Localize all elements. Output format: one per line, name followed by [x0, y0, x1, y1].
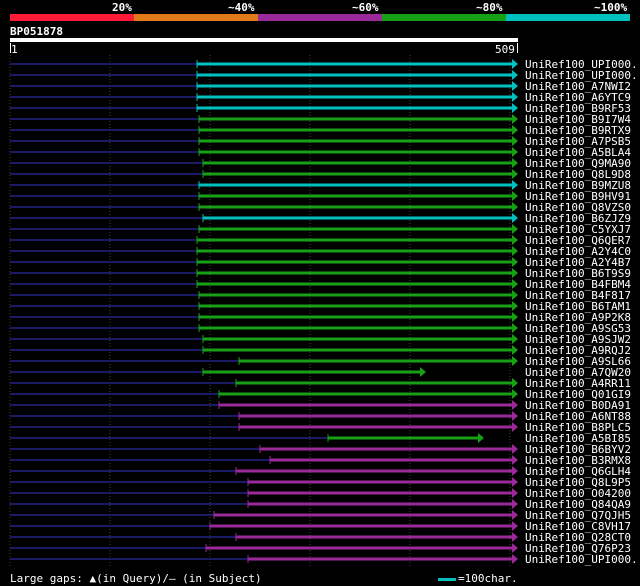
hit-end-arrow-icon	[512, 125, 518, 135]
hit-end-arrow-icon	[512, 499, 518, 509]
hit-end-arrow-icon	[512, 400, 518, 410]
hit-end-arrow-icon	[512, 356, 518, 366]
hit-end-arrow-icon	[512, 59, 518, 69]
hit-end-arrow-icon	[512, 158, 518, 168]
scale-legend: =100char.	[438, 572, 518, 585]
hit-end-arrow-icon	[420, 367, 426, 377]
hit-end-arrow-icon	[512, 279, 518, 289]
hit-end-arrow-icon	[512, 92, 518, 102]
hit-end-arrow-icon	[512, 246, 518, 256]
hit-alignment-map: UniRef100_UPI000..UniRef100_UPI000..UniR…	[9, 55, 640, 568]
scale-label: =100char.	[458, 572, 518, 585]
hit-end-arrow-icon	[512, 532, 518, 542]
hit-end-arrow-icon	[512, 257, 518, 267]
hit-end-arrow-icon	[512, 301, 518, 311]
hit-end-arrow-icon	[512, 103, 518, 113]
hit-end-arrow-icon	[512, 389, 518, 399]
hit-end-arrow-icon	[512, 455, 518, 465]
hit-end-arrow-icon	[512, 477, 518, 487]
hit-end-arrow-icon	[512, 510, 518, 520]
hit-end-arrow-icon	[512, 290, 518, 300]
hit-end-arrow-icon	[478, 433, 484, 443]
hit-end-arrow-icon	[512, 323, 518, 333]
hit-end-arrow-icon	[512, 81, 518, 91]
hit-end-arrow-icon	[512, 543, 518, 553]
hit-end-arrow-icon	[512, 411, 518, 421]
hit-end-arrow-icon	[512, 521, 518, 531]
hit-end-arrow-icon	[512, 169, 518, 179]
hit-end-arrow-icon	[512, 235, 518, 245]
hit-end-arrow-icon	[512, 147, 518, 157]
hit-end-arrow-icon	[512, 114, 518, 124]
hit-end-arrow-icon	[512, 213, 518, 223]
hit-end-arrow-icon	[512, 378, 518, 388]
hit-end-arrow-icon	[512, 422, 518, 432]
hit-end-arrow-icon	[512, 191, 518, 201]
hit-end-arrow-icon	[512, 202, 518, 212]
hit-end-arrow-icon	[512, 488, 518, 498]
hit-end-arrow-icon	[512, 334, 518, 344]
hit-end-arrow-icon	[512, 268, 518, 278]
hit-end-arrow-icon	[512, 312, 518, 322]
hit-end-arrow-icon	[512, 70, 518, 80]
hit-end-arrow-icon	[512, 180, 518, 190]
hit-end-arrow-icon	[512, 444, 518, 454]
hit-label: UniRef100_UPI000..	[525, 553, 640, 566]
hit-end-arrow-icon	[512, 554, 518, 564]
hit-end-arrow-icon	[512, 224, 518, 234]
scale-bar-icon	[438, 577, 456, 581]
hit-end-arrow-icon	[512, 466, 518, 476]
gap-legend: Large gaps: ▲(in Query)/– (in Subject)	[10, 572, 262, 585]
hit-end-arrow-icon	[512, 136, 518, 146]
hit-end-arrow-icon	[512, 345, 518, 355]
